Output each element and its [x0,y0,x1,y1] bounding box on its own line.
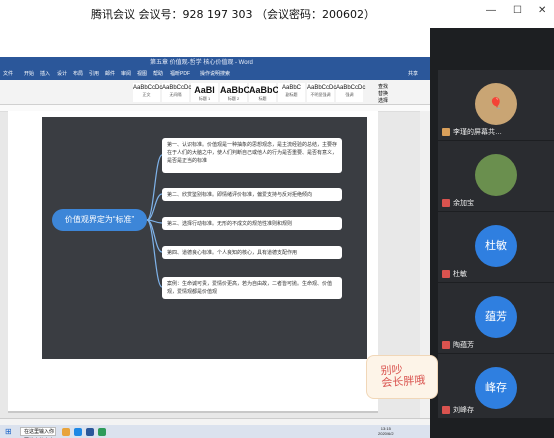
participant-tile[interactable]: 余加宝 [438,141,554,211]
tab-home[interactable]: 开始 [24,70,34,77]
select-button[interactable]: 选择 [378,97,388,104]
avatar: 峰存 [475,367,517,409]
avatar: 🎈 [475,83,517,125]
participant-name: 李瑾的屏幕共… [442,127,502,137]
share-button[interactable]: 共享 [408,70,418,77]
tell-me-search[interactable]: 操作说明搜索 [200,70,230,77]
file-explorer-icon[interactable] [62,428,70,436]
participant-panel: 🎈 李瑾的屏幕共… 余加宝 杜敏 杜敏 蕴芳 陶蕴芳 峰存 刘峰存 [430,28,554,438]
mic-muted-icon [442,341,450,350]
edge-icon[interactable] [74,428,82,436]
style-subtle-emphasis[interactable]: AaBbCcDc 不明显强调 [307,83,336,102]
style-heading-2[interactable]: AaBbC 标题 2 [220,83,250,102]
participant-tile[interactable]: 蕴芳 陶蕴芳 [438,283,554,353]
mic-muted-icon [442,406,450,415]
style-title[interactable]: AaBbC 标题 [249,83,279,102]
style-heading-1[interactable]: AaBl 标题 1 [191,83,218,102]
taskbar-clock: 13:15 2020/6/2 [378,426,394,436]
style-emphasis[interactable]: AaBbCcDc 强调 [336,83,365,102]
participant-name: 陶蕴芳 [442,340,474,350]
mindmap-central-node: 价值观界定为“标准” [52,209,147,231]
taskbar-search[interactable]: 在这里输入你要搜索的内容 [20,427,56,436]
mindmap-node: 第四、道德良心标准。个人良知的核心，具有道德支配作用 [162,246,342,259]
tab-view[interactable]: 视图 [137,70,147,77]
meeting-info: 腾讯会议 会议号：928 197 303 （会议密码：200602） [91,8,375,21]
find-button[interactable]: 查找 [378,83,388,90]
document-title: 第五章 价值观-哲学 核心价值观 - Word [150,60,253,66]
participant-name: 余加宝 [442,198,474,208]
mic-muted-icon [442,270,450,279]
participant-tile[interactable]: 峰存 刘峰存 [438,354,554,418]
mindmap-node: 第三、选择行动标准。无形的不成文的规范性准则和规则 [162,217,342,230]
avatar [475,154,517,196]
sticker-text: 别吵 会长胖哦 [380,363,426,390]
style-normal[interactable]: AaBbCcDc 正文 [133,83,162,102]
mindmap-node: 第二、欣赏鉴别标准。即情绪评价标准，偏爱支持与反对拒绝倾向 [162,188,342,201]
avatar: 蕴芳 [475,296,517,338]
tab-file[interactable]: 文件 [3,70,13,77]
user-icon [442,128,450,137]
tab-layout[interactable]: 布局 [73,70,83,77]
participant-tile[interactable]: 杜敏 杜敏 [438,212,554,282]
mindmap-node: 案例：生命诚可贵，爱情价更高，若为自由故，二者皆可抛。生命观、价值观，爱情观都是… [162,277,342,299]
word-icon[interactable] [86,428,94,436]
style-no-spacing[interactable]: AaBbCcDc 无间隔 [162,83,191,102]
meeting-title-bar: 腾讯会议 会议号：928 197 303 （会议密码：200602） — ☐ ✕ [0,0,554,28]
sticker-image: 别吵 会长胖哦 [366,355,438,399]
word-ribbon-tabs: 文件 开始 插入 设计 布局 引用 邮件 审阅 视图 帮助 福昕PDF 操作说明… [0,69,430,80]
tab-foxit-pdf[interactable]: 福昕PDF [170,70,190,77]
tab-help[interactable]: 帮助 [153,70,163,77]
close-icon[interactable]: ✕ [538,5,546,16]
minimize-icon[interactable]: — [486,5,496,16]
participant-name: 刘峰存 [442,405,474,415]
replace-button[interactable]: 替换 [378,90,388,97]
style-subtitle[interactable]: AaBbC 副标题 [278,83,305,102]
word-title-bar: 第五章 价值观-哲学 核心价值观 - Word [0,57,430,69]
tab-design[interactable]: 设计 [57,70,67,77]
windows-taskbar: ⊞ 在这里输入你要搜索的内容 13:152020/6/2 [0,425,430,438]
ribbon: AaBbCcDc 正文 AaBbCcDc 无间隔 AaBl 标题 1 AaBbC 标题 … [0,80,430,105]
mindmap-image: 价值观界定为“标准” 第一、认识标准。价值观是一种抽象的思想观念，是主流经验的总… [42,117,367,359]
tab-references[interactable]: 引用 [89,70,99,77]
tab-insert[interactable]: 插入 [40,70,50,77]
windows-start-icon[interactable]: ⊞ [5,427,12,436]
mindmap-node: 第一、认识标准。价值观是一种抽象的思想观念，是主流经验的总结，主要存在于人们的大… [162,138,342,173]
maximize-icon[interactable]: ☐ [513,5,522,16]
tab-review[interactable]: 审阅 [121,70,131,77]
document-page: 价值观界定为“标准” 第一、认识标准。价值观是一种抽象的思想观念，是主流经验的总… [8,111,378,413]
meeting-app-icon[interactable] [98,428,106,436]
participant-name: 杜敏 [442,269,467,279]
tab-mailings[interactable]: 邮件 [105,70,115,77]
avatar: 杜敏 [475,225,517,267]
participant-tile[interactable]: 🎈 李瑾的屏幕共… [438,70,554,140]
mic-muted-icon [442,199,450,208]
